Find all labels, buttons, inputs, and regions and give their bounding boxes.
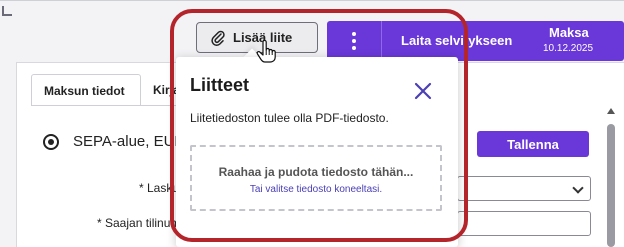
save-button[interactable]: Tallenna xyxy=(477,131,589,157)
scroll-up-arrow[interactable] xyxy=(607,108,615,114)
chevron-down-icon xyxy=(572,182,584,194)
pay-date: 10.12.2025 xyxy=(543,43,594,54)
corner-handle xyxy=(2,6,12,16)
top-edge-divider xyxy=(0,0,624,1)
account-input[interactable] xyxy=(457,211,591,236)
sepa-radio-label: SEPA-alue, EUR xyxy=(73,133,186,150)
tab-payment-details[interactable]: Maksun tiedot xyxy=(31,74,141,106)
sepa-radio[interactable] xyxy=(43,134,59,150)
pay-button[interactable]: Maksa xyxy=(549,25,589,40)
tabs-underline xyxy=(31,105,181,106)
highlight-outline xyxy=(170,9,468,242)
scrollbar-thumb[interactable] xyxy=(607,124,615,247)
reference-select[interactable] xyxy=(457,176,591,201)
